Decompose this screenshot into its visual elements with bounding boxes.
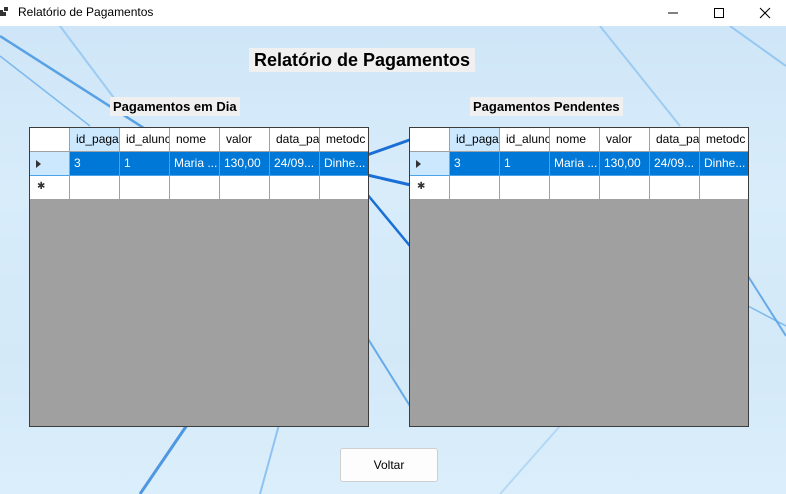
voltar-button[interactable]: Voltar — [340, 448, 438, 482]
cell-metodo[interactable]: Dinhe... — [700, 152, 748, 176]
label-pagamentos-pendentes: Pagamentos Pendentes — [470, 97, 623, 116]
corner-header-cell[interactable] — [410, 128, 450, 152]
cell-nome[interactable]: Maria ... — [550, 152, 600, 176]
new-row-header-cell[interactable]: ✱ — [410, 176, 450, 200]
cell-id-pagamento[interactable]: 3 — [450, 152, 500, 176]
column-header-data-pagamento[interactable]: data_pa — [270, 128, 320, 152]
new-row-cell[interactable] — [650, 176, 700, 200]
grid-header-row: id_paga id_alunc nome valor data_pa meto… — [30, 128, 368, 152]
new-row-cell[interactable] — [170, 176, 220, 200]
column-header-metodo[interactable]: metodc — [320, 128, 368, 152]
cell-data-pagamento[interactable]: 24/09... — [650, 152, 700, 176]
grid-header-row: id_paga id_alunc nome valor data_pa meto… — [410, 128, 748, 152]
column-header-id-aluno[interactable]: id_alunc — [500, 128, 550, 152]
column-header-id-pagamento[interactable]: id_paga — [70, 128, 120, 152]
new-row-asterisk-icon: ✱ — [417, 181, 426, 192]
column-header-valor[interactable]: valor — [600, 128, 650, 152]
column-header-valor[interactable]: valor — [220, 128, 270, 152]
column-header-nome[interactable]: nome — [550, 128, 600, 152]
new-row-cell[interactable] — [600, 176, 650, 200]
cell-valor[interactable]: 130,00 — [220, 152, 270, 176]
column-header-id-pagamento[interactable]: id_paga — [450, 128, 500, 152]
cell-metodo[interactable]: Dinhe... — [320, 152, 368, 176]
new-row-asterisk-icon: ✱ — [37, 181, 46, 192]
new-row-cell[interactable] — [500, 176, 550, 200]
table-row[interactable]: 3 1 Maria ... 130,00 24/09... Dinhe... — [30, 152, 368, 176]
minimize-button[interactable] — [650, 0, 696, 26]
column-header-metodo[interactable]: metodc — [700, 128, 748, 152]
new-row-cell[interactable] — [70, 176, 120, 200]
cell-valor[interactable]: 130,00 — [600, 152, 650, 176]
report-title: Relatório de Pagamentos — [249, 48, 476, 72]
current-row-indicator-icon — [416, 160, 421, 168]
maximize-button[interactable] — [696, 0, 742, 26]
close-icon — [759, 7, 771, 19]
maximize-icon — [714, 8, 724, 18]
grid-pagamentos-pendentes[interactable]: id_paga id_alunc nome valor data_pa meto… — [409, 127, 749, 427]
form-client-area: Relatório de Pagamentos Pagamentos em Di… — [0, 26, 786, 494]
new-row-cell[interactable] — [700, 176, 748, 200]
title-bar: Relatório de Pagamentos — [0, 0, 786, 26]
new-row-cell[interactable] — [550, 176, 600, 200]
new-row-cell[interactable] — [270, 176, 320, 200]
cell-data-pagamento[interactable]: 24/09... — [270, 152, 320, 176]
table-row[interactable]: 3 1 Maria ... 130,00 24/09... Dinhe... — [410, 152, 748, 176]
window-title: Relatório de Pagamentos — [18, 5, 154, 19]
cell-id-pagamento[interactable]: 3 — [70, 152, 120, 176]
new-row-header-cell[interactable]: ✱ — [30, 176, 70, 200]
column-header-data-pagamento[interactable]: data_pa — [650, 128, 700, 152]
label-pagamentos-em-dia: Pagamentos em Dia — [110, 97, 240, 116]
row-header-cell[interactable] — [410, 152, 450, 176]
row-header-cell[interactable] — [30, 152, 70, 176]
new-row-cell[interactable] — [220, 176, 270, 200]
close-button[interactable] — [742, 0, 786, 26]
column-header-nome[interactable]: nome — [170, 128, 220, 152]
app-icon — [0, 6, 10, 18]
new-row-cell[interactable] — [120, 176, 170, 200]
new-row[interactable]: ✱ — [410, 176, 748, 200]
current-row-indicator-icon — [36, 160, 41, 168]
cell-id-aluno[interactable]: 1 — [500, 152, 550, 176]
cell-id-aluno[interactable]: 1 — [120, 152, 170, 176]
minimize-icon — [668, 12, 678, 14]
corner-header-cell[interactable] — [30, 128, 70, 152]
column-header-id-aluno[interactable]: id_alunc — [120, 128, 170, 152]
grid-pagamentos-em-dia[interactable]: id_paga id_alunc nome valor data_pa meto… — [29, 127, 369, 427]
new-row-cell[interactable] — [320, 176, 368, 200]
new-row[interactable]: ✱ — [30, 176, 368, 200]
cell-nome[interactable]: Maria ... — [170, 152, 220, 176]
new-row-cell[interactable] — [450, 176, 500, 200]
